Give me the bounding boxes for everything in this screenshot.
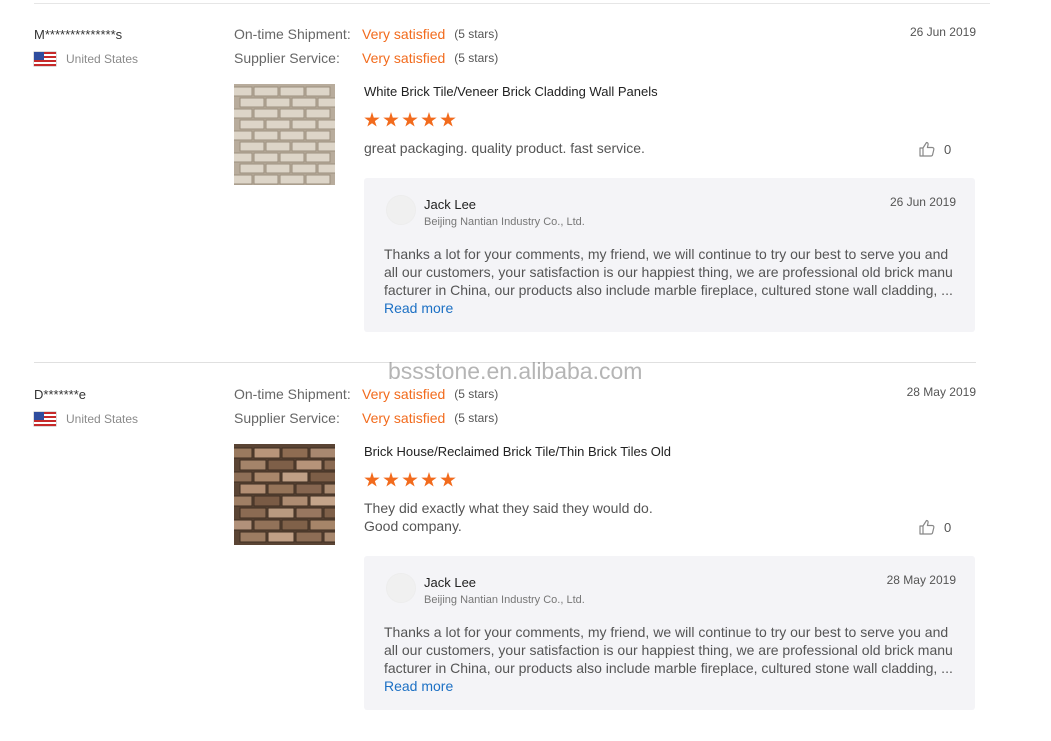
reply-body: Thanks a lot for your comments, my frien… xyxy=(384,624,953,676)
read-more-link[interactable]: Read more xyxy=(384,678,453,694)
star-icon xyxy=(383,112,399,127)
read-more-link[interactable]: Read more xyxy=(384,300,453,316)
product-rating-stars xyxy=(364,472,456,488)
like-count: 0 xyxy=(944,519,952,535)
thumbs-up-icon xyxy=(919,519,935,535)
product-title[interactable]: Brick House/Reclaimed Brick Tile/Thin Br… xyxy=(364,444,671,459)
buyer-name: M**************s xyxy=(34,27,123,42)
review-comment-line: Good company. xyxy=(364,518,462,534)
product-title[interactable]: White Brick Tile/Veneer Brick Cladding W… xyxy=(364,84,658,99)
service-value: Very satisfied xyxy=(362,50,446,66)
shipment-value: Very satisfied xyxy=(362,26,446,42)
shipment-rating: On-time Shipment: Very satisfied (5 star… xyxy=(234,386,498,402)
shipment-stars: (5 stars) xyxy=(454,387,499,401)
star-icon xyxy=(402,112,418,127)
product-thumbnail[interactable] xyxy=(234,84,335,185)
avatar xyxy=(386,573,416,603)
like-button[interactable]: 0 xyxy=(918,518,951,536)
star-icon xyxy=(421,112,437,127)
star-icon xyxy=(364,112,380,127)
reply-company: Beijing Nantian Industry Co., Ltd. xyxy=(424,594,585,606)
reply-company: Beijing Nantian Industry Co., Ltd. xyxy=(424,216,585,228)
shipment-value: Very satisfied xyxy=(362,386,446,402)
star-icon xyxy=(383,472,399,487)
reply-date: 26 Jun 2019 xyxy=(889,195,956,209)
supplier-reply: Jack Lee Beijing Nantian Industry Co., L… xyxy=(364,556,975,710)
like-button[interactable]: 0 xyxy=(918,140,951,158)
review-comment: They did exactly what they said they wou… xyxy=(364,499,884,535)
watermark: bssstone.en.alibaba.com xyxy=(388,358,643,384)
reply-date: 28 May 2019 xyxy=(886,573,956,587)
reply-text: Thanks a lot for your comments, my frien… xyxy=(384,245,954,317)
review-date: 28 May 2019 xyxy=(906,385,976,399)
like-count: 0 xyxy=(944,141,952,157)
star-icon xyxy=(364,472,380,487)
review-comment-line: They did exactly what they said they wou… xyxy=(364,500,653,516)
service-label: Supplier Service: xyxy=(234,410,340,426)
us-flag-icon xyxy=(34,52,56,66)
top-divider xyxy=(34,3,990,4)
supplier-reply: Jack Lee Beijing Nantian Industry Co., L… xyxy=(364,178,975,332)
reply-body: Thanks a lot for your comments, my frien… xyxy=(384,246,953,298)
country-label: United States xyxy=(66,52,139,66)
buyer-country: United States xyxy=(34,52,138,66)
service-value: Very satisfied xyxy=(362,410,446,426)
shipment-label: On-time Shipment: xyxy=(234,26,351,42)
shipment-rating: On-time Shipment: Very satisfied (5 star… xyxy=(234,26,498,42)
buyer-country: United States xyxy=(34,412,138,426)
reply-text: Thanks a lot for your comments, my frien… xyxy=(384,623,954,695)
service-stars: (5 stars) xyxy=(454,411,499,425)
avatar xyxy=(386,195,416,225)
star-icon xyxy=(440,472,456,487)
star-icon xyxy=(440,112,456,127)
star-icon xyxy=(421,472,437,487)
review-date: 26 Jun 2019 xyxy=(909,25,976,39)
service-label: Supplier Service: xyxy=(234,50,340,66)
us-flag-icon xyxy=(34,412,56,426)
buyer-name: D*******e xyxy=(34,387,87,402)
service-stars: (5 stars) xyxy=(454,51,499,65)
thumbs-up-icon xyxy=(919,141,935,157)
shipment-label: On-time Shipment: xyxy=(234,386,351,402)
country-label: United States xyxy=(66,412,139,426)
product-rating-stars xyxy=(364,112,456,128)
product-thumbnail[interactable] xyxy=(234,444,335,545)
reply-author: Jack Lee xyxy=(424,575,477,590)
reply-author: Jack Lee xyxy=(424,197,477,212)
star-icon xyxy=(402,472,418,487)
service-rating: Supplier Service: Very satisfied (5 star… xyxy=(234,410,498,426)
shipment-stars: (5 stars) xyxy=(454,27,499,41)
service-rating: Supplier Service: Very satisfied (5 star… xyxy=(234,50,498,66)
review-comment: great packaging. quality product. fast s… xyxy=(364,140,645,156)
